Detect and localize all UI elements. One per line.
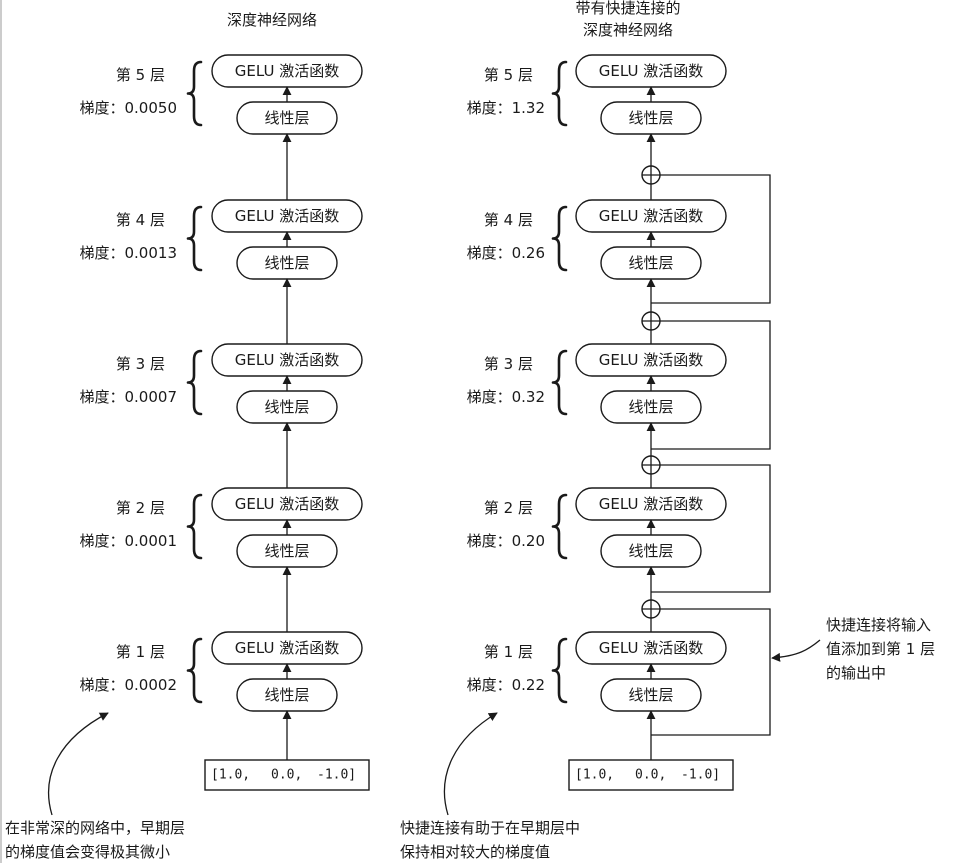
linear-layer-label: 线性层: [264, 109, 309, 127]
input-vector-value: -1.0]: [317, 768, 356, 783]
gelu-activation-label: GELU 激活函数: [599, 207, 703, 225]
gelu-activation-label: GELU 激活函数: [599, 351, 703, 369]
left-note-line-1: 在非常深的网络中，早期层: [5, 819, 185, 837]
layer-gradient: 梯度：0.20: [467, 532, 545, 550]
shortcut-network-column: GELU 激活函数线性层第 5 层梯度：1.32GELU 激活函数线性层第 4 …: [467, 54, 771, 791]
layer-name: 第 1 层: [484, 643, 533, 661]
linear-layer-label: 线性层: [628, 109, 673, 127]
gelu-activation-label: GELU 激活函数: [599, 639, 703, 657]
input-vector-value: 0.0,: [271, 768, 302, 783]
linear-layer-label: 线性层: [264, 254, 309, 272]
input-vector-value: [1.0,: [211, 768, 250, 783]
left-title: 深度神经网络: [227, 11, 317, 29]
side-note-line-1: 快捷连接将输入: [826, 616, 931, 634]
curly-brace: [551, 205, 568, 272]
layer-block: GELU 激活函数线性层 第 1 层梯度：0.0002: [80, 631, 363, 712]
layer-gradient: 梯度：0.0001: [80, 532, 178, 550]
layer-block: GELU 激活函数线性层 第 5 层梯度：1.32: [467, 54, 727, 135]
layer-block: GELU 激活函数线性层 第 5 层梯度：0.0050: [80, 54, 363, 135]
layer-gradient: 梯度：1.32: [467, 99, 545, 117]
linear-layer-label: 线性层: [264, 686, 309, 704]
gelu-activation-label: GELU 激活函数: [235, 351, 339, 369]
layer-name: 第 2 层: [484, 499, 533, 517]
curly-brace: [551, 60, 568, 127]
curly-brace: [186, 60, 203, 127]
curly-brace: [186, 349, 203, 416]
layer-name: 第 1 层: [116, 643, 165, 661]
plain-network-column: GELU 激活函数线性层第 5 层梯度：0.0050GELU 激活函数线性层第 …: [80, 54, 370, 791]
curly-brace: [186, 637, 203, 704]
layer-name: 第 3 层: [484, 355, 533, 373]
gelu-activation-label: GELU 激活函数: [235, 62, 339, 80]
layer-block: GELU 激活函数线性层 第 2 层梯度：0.0001: [80, 487, 363, 568]
right-note-line-2: 保持相对较大的梯度值: [400, 843, 550, 861]
curly-brace: [551, 349, 568, 416]
gelu-activation-label: GELU 激活函数: [235, 495, 339, 513]
linear-layer-label: 线性层: [628, 542, 673, 560]
shortcut-connection-diagram: GELU 激活函数线性层第 5 层梯度：0.0050GELU 激活函数线性层第 …: [0, 0, 935, 863]
layer-name: 第 5 层: [484, 66, 533, 84]
layer-name: 第 3 层: [116, 355, 165, 373]
left-note-line-2: 的梯度值会变得极其微小: [5, 843, 170, 861]
layer-gradient: 梯度：0.0002: [80, 676, 178, 694]
shortcut-connection-line: [651, 464, 771, 593]
left-note-pointer: [47, 712, 109, 816]
right-note-line-1: 快捷连接有助于在早期层中: [400, 819, 580, 837]
layer-block: GELU 激活函数线性层 第 2 层梯度：0.20: [467, 487, 727, 568]
linear-layer-label: 线性层: [628, 686, 673, 704]
layer-name: 第 5 层: [116, 66, 165, 84]
layer-gradient: 梯度：0.26: [467, 244, 545, 262]
linear-layer-label: 线性层: [628, 254, 673, 272]
layer-gradient: 梯度：0.0007: [80, 388, 178, 406]
gelu-activation-label: GELU 激活函数: [235, 639, 339, 657]
layer-name: 第 4 层: [116, 211, 165, 229]
right-note-pointer: [443, 712, 498, 816]
linear-layer-label: 线性层: [628, 398, 673, 416]
side-note-pointer: [771, 639, 821, 662]
layer-gradient: 梯度：0.0050: [80, 99, 178, 117]
layer-block: GELU 激活函数线性层 第 3 层梯度：0.0007: [80, 343, 363, 424]
input-vector-value: [1.0,: [575, 768, 614, 783]
right-title-line-1: 带有快捷连接的: [575, 0, 680, 17]
layer-block: GELU 激活函数线性层 第 4 层梯度：0.0013: [80, 199, 363, 280]
layer-gradient: 梯度：0.32: [467, 388, 545, 406]
curly-brace: [551, 637, 568, 704]
side-note-line-3: 的输出中: [826, 664, 886, 682]
layer-block: GELU 激活函数线性层 第 3 层梯度：0.32: [467, 343, 727, 424]
input-vector-value: -1.0]: [681, 768, 720, 783]
layer-block: GELU 激活函数线性层 第 1 层梯度：0.22: [467, 631, 727, 712]
layer-name: 第 4 层: [484, 211, 533, 229]
shortcut-connection-line: [651, 320, 771, 450]
curly-brace: [186, 205, 203, 272]
curly-brace: [186, 493, 203, 560]
shortcut-connection-line: [651, 174, 771, 304]
right-title-line-2: 深度神经网络: [583, 21, 673, 39]
layer-name: 第 2 层: [116, 499, 165, 517]
gelu-activation-label: GELU 激活函数: [599, 495, 703, 513]
shortcut-connection-line: [651, 608, 771, 736]
side-note-line-2: 值添加到第 1 层: [826, 640, 935, 658]
layer-gradient: 梯度：0.0013: [80, 244, 178, 262]
curly-brace: [551, 493, 568, 560]
gelu-activation-label: GELU 激活函数: [599, 62, 703, 80]
input-vector-value: 0.0,: [635, 768, 666, 783]
linear-layer-label: 线性层: [264, 542, 309, 560]
gelu-activation-label: GELU 激活函数: [235, 207, 339, 225]
layer-block: GELU 激活函数线性层 第 4 层梯度：0.26: [467, 199, 727, 280]
linear-layer-label: 线性层: [264, 398, 309, 416]
layer-gradient: 梯度：0.22: [467, 676, 545, 694]
